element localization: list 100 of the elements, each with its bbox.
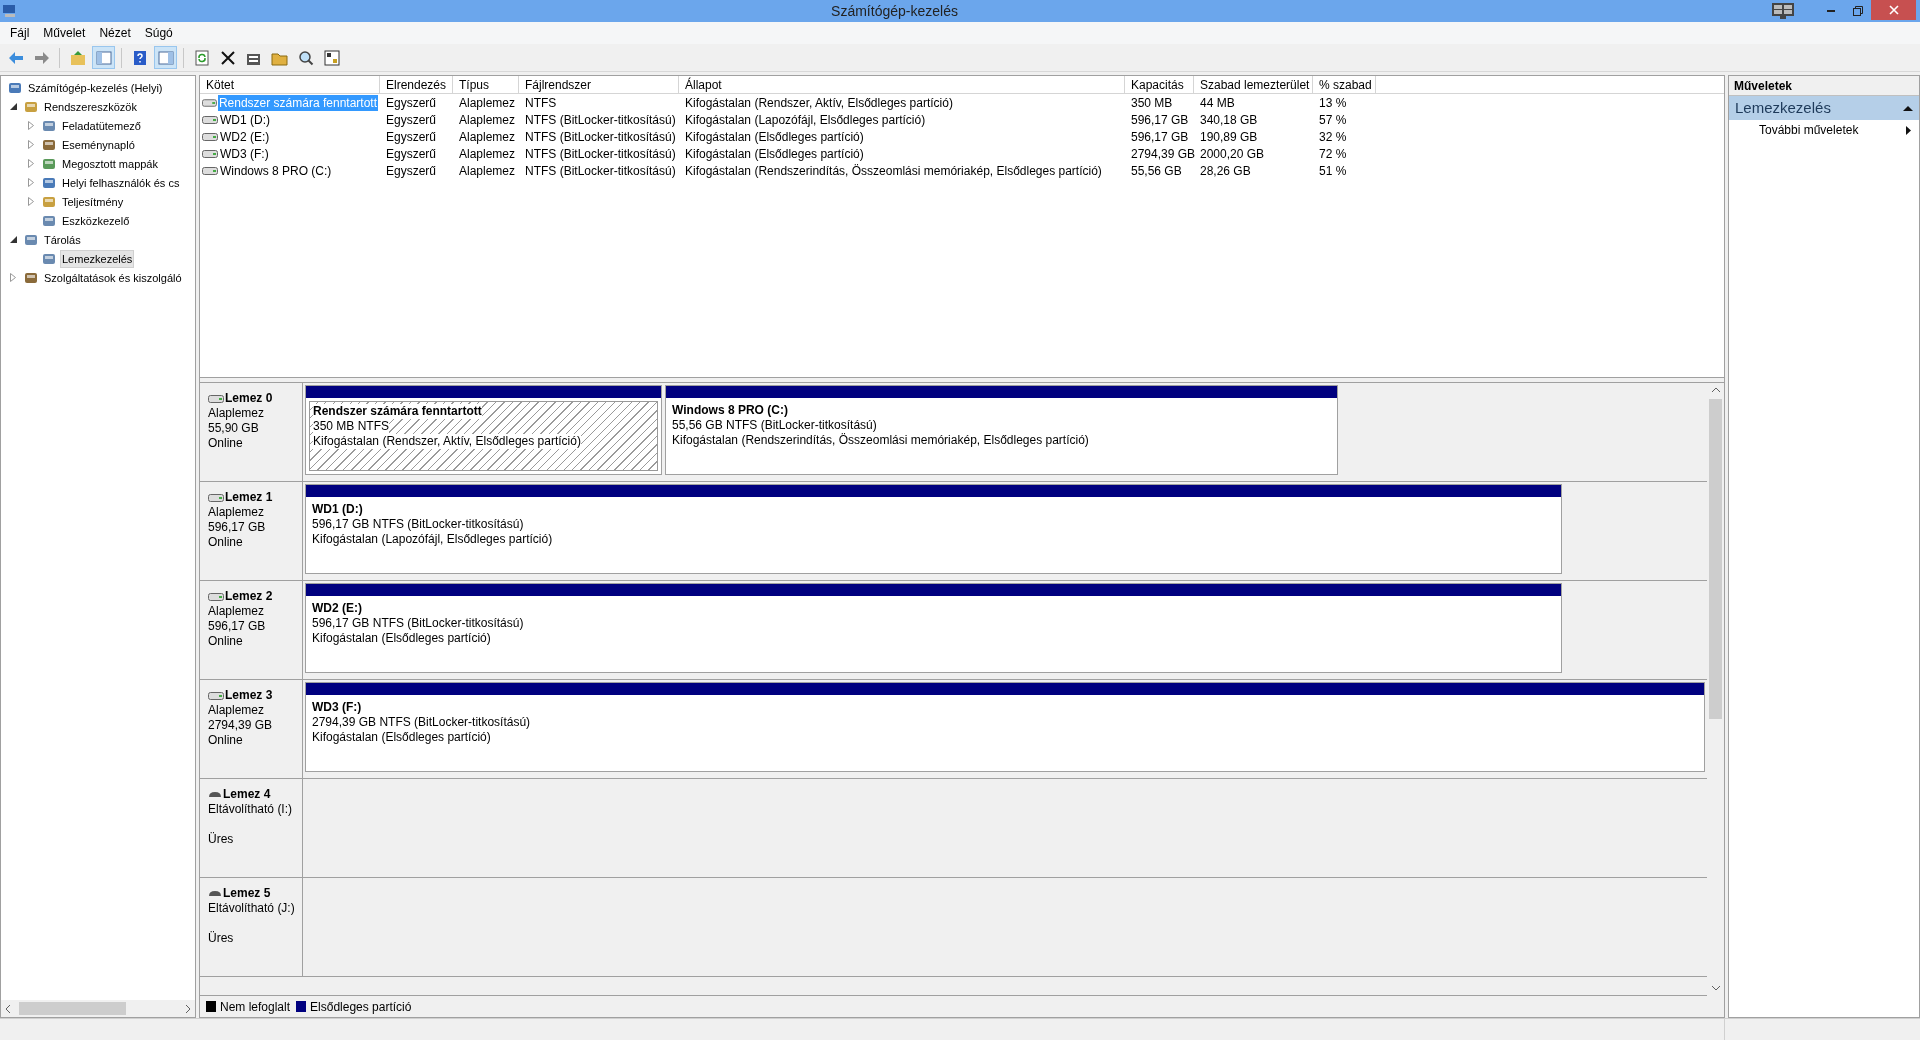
disk-status: Online (208, 733, 244, 748)
column-header[interactable]: Állapot (679, 76, 1125, 93)
table-cell-text: 13 % (1318, 94, 1348, 112)
panel-icon (156, 48, 175, 67)
table-cell-text: 350 MB (1130, 94, 1174, 112)
table-cell-text: Kifogástalan (Elsődleges partíció) (684, 128, 865, 146)
column-header[interactable]: Kapacitás (1125, 76, 1194, 93)
tree-item[interactable]: Helyi felhasználók és cs (60, 173, 182, 192)
table-cell-text: Kifogástalan (Elsődleges partíció) (684, 145, 865, 163)
delete-icon (218, 48, 237, 67)
column-header[interactable]: Típus (453, 76, 519, 93)
tree-item[interactable]: Megosztott mappák (60, 154, 160, 173)
table-cell-text: Kifogástalan (Rendszerindítás, Összeomlási memóriakép, Elsődleges partíció) (684, 162, 1103, 180)
collapse-arrow-icon[interactable] (9, 236, 17, 243)
menu-item[interactable]: Művelet (37, 24, 92, 42)
volume-name[interactable]: WD3 (F:) (219, 145, 270, 162)
panel-icon (94, 48, 113, 67)
partition-block[interactable]: WD2 (E:) 596,17 GB NTFS (BitLocker-titkosítású) Kifogástalan (Elsődleges partíció) (305, 583, 1562, 673)
search-icon (296, 48, 315, 67)
partition-filesystem: 596,17 GB NTFS (BitLocker-titkosítású) (312, 616, 524, 631)
volume-name[interactable]: WD1 (D:) (219, 111, 271, 128)
column-header[interactable]: Fájlrendszer (519, 76, 679, 93)
tree-item[interactable]: Eseménynapló (60, 135, 137, 154)
column-header[interactable]: Elrendezés (380, 76, 453, 93)
column-header[interactable]: % szabad (1313, 76, 1376, 93)
expand-arrow-icon[interactable] (10, 273, 16, 282)
table-cell-text: 44 MB (1199, 94, 1236, 112)
table-cell-text: Kifogástalan (Lapozófájl, Elsődleges partíció) (684, 111, 927, 129)
disk-status: Online (208, 634, 244, 649)
disk-type: Alaplemez (208, 604, 266, 619)
table-cell-text: 2000,20 GB (1199, 145, 1266, 163)
table-cell-text: 55,56 GB (1130, 162, 1183, 180)
disk-size: 596,17 GB (208, 520, 267, 535)
disk-name: Lemez 3 (225, 688, 273, 703)
window-title: Számítógép-kezelés (831, 2, 958, 19)
collapse-arrow-icon[interactable] (9, 103, 17, 110)
menu-item[interactable]: Fájl (4, 24, 36, 42)
actions-section-header[interactable]: Lemezkezelés (1729, 96, 1919, 120)
refresh-icon (192, 48, 211, 67)
disk-name: Lemez 2 (225, 589, 273, 604)
table-cell-text: Egyszerű (385, 145, 438, 163)
partition-block[interactable]: Rendszer számára fenntartott 350 MB NTFS Kifogástalan (Rendszer, Aktív, Elsődleges partíció) (305, 385, 662, 475)
table-cell-text: Alaplemez (458, 128, 517, 146)
expand-arrow-icon[interactable] (28, 140, 34, 149)
disk-size: 55,90 GB (208, 421, 260, 436)
tree-item[interactable]: Teljesítmény (60, 192, 126, 211)
tree-item[interactable]: Eszközkezelő (60, 211, 132, 230)
expand-arrow-icon[interactable] (28, 197, 34, 206)
menu-item[interactable]: Súgó (138, 24, 179, 42)
table-cell-text: 596,17 GB (1130, 128, 1190, 146)
disk-name: Lemez 1 (225, 490, 273, 505)
settings-icon (322, 48, 341, 67)
table-cell-text: Egyszerű (385, 128, 438, 146)
partition-block[interactable]: WD3 (F:) 2794,39 GB NTFS (BitLocker-titkosítású) Kifogástalan (Elsődleges partíció) (305, 682, 1705, 772)
partition-status: Kifogástalan (Elsődleges partíció) (312, 631, 491, 646)
tree-item[interactable]: Feladatütemező (60, 116, 143, 135)
table-cell-text: Egyszerű (385, 162, 438, 180)
volume-name[interactable]: WD2 (E:) (219, 128, 271, 145)
legend-label: Nem lefoglalt (220, 998, 291, 1016)
partition-block[interactable]: Windows 8 PRO (C:) 55,56 GB NTFS (BitLocker-titkosítású) Kifogástalan (Rendszerindítás, Összeomlási memóriakép, Elsődleges partíció) (665, 385, 1338, 475)
disk-type: Alaplemez (208, 703, 266, 718)
table-cell-text: 32 % (1318, 128, 1348, 146)
partition-filesystem: 55,56 GB NTFS (BitLocker-titkosítású) (672, 418, 877, 433)
restore-icon (1853, 6, 1863, 16)
partition-status: Kifogástalan (Lapozófájl, Elsődleges partíció) (312, 532, 553, 547)
column-header[interactable]: Szabad lemezterület (1194, 76, 1313, 93)
table-cell-text: Egyszerű (385, 94, 438, 112)
tree-item[interactable]: Lemezkezelés (60, 249, 135, 268)
disk-type: Eltávolítható (I:) (208, 802, 294, 817)
disk-status: Online (208, 535, 244, 550)
computer-management-icon (2, 3, 18, 19)
horizontal-scrollbar[interactable] (1, 1000, 195, 1017)
disk-status: Üres (208, 931, 235, 946)
close-icon (1888, 5, 1899, 15)
column-header[interactable]: Kötet (200, 76, 380, 93)
actions-title: Műveletek (1729, 76, 1919, 96)
disk-name: Lemez 0 (225, 391, 273, 406)
table-cell-text: 28,26 GB (1199, 162, 1252, 180)
table-cell-text: Egyszerű (385, 111, 438, 129)
expand-arrow-icon[interactable] (28, 121, 34, 130)
submenu-arrow-icon (1906, 125, 1911, 135)
action-item[interactable]: További műveletek (1729, 120, 1919, 140)
expand-arrow-icon[interactable] (28, 159, 34, 168)
disk-type: Eltávolítható (J:) (208, 901, 296, 916)
folder-icon (68, 48, 87, 67)
partition-status: Kifogástalan (Rendszerindítás, Összeomlási memóriakép, Elsődleges partíció) (672, 433, 1089, 448)
expand-arrow-icon[interactable] (28, 178, 34, 187)
table-cell-text: NTFS (BitLocker-titkosítású) (524, 128, 677, 146)
menu-item[interactable]: Nézet (93, 24, 137, 42)
tree-item[interactable]: Számítógép-kezelés (Helyi) (26, 78, 165, 97)
tree-item[interactable]: Tárolás (42, 230, 83, 249)
tree-item[interactable]: Rendszereszközök (42, 97, 139, 116)
table-cell-text: Alaplemez (458, 111, 517, 129)
volume-name[interactable]: Windows 8 PRO (C:) (219, 162, 333, 179)
partition-name: WD3 (F:) (312, 700, 362, 715)
table-cell-text: 51 % (1318, 162, 1348, 180)
table-cell-text: NTFS (BitLocker-titkosítású) (524, 162, 677, 180)
table-cell-text: 72 % (1318, 145, 1348, 163)
tree-item[interactable]: Szolgáltatások és kiszolgáló (42, 268, 184, 287)
partition-block[interactable]: WD1 (D:) 596,17 GB NTFS (BitLocker-titkosítású) Kifogástalan (Lapozófájl, Elsődleges partíció) (305, 484, 1562, 574)
